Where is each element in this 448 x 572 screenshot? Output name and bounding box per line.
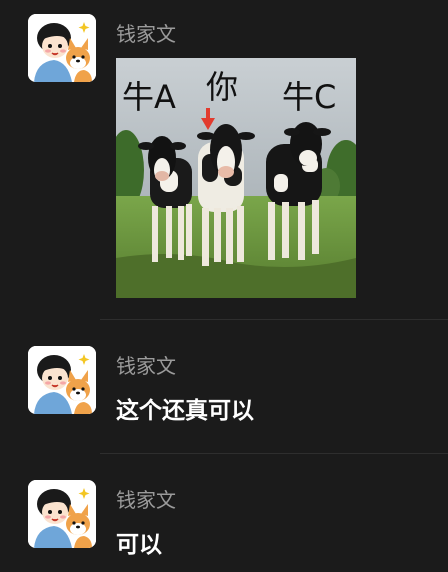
sender-name: 钱家文 — [116, 488, 176, 512]
chat-feed: 钱家文 牛A 你 牛C 钱家文 这个还真可以 钱家文 可以 — [0, 0, 448, 572]
boy-with-corgi-avatar-icon — [28, 480, 96, 548]
caption-cow-a: 牛A — [122, 78, 176, 116]
caption-cow-c: 牛C — [282, 78, 337, 116]
avatar[interactable] — [28, 14, 96, 82]
message-text[interactable]: 可以 — [116, 530, 162, 560]
boy-with-corgi-avatar-icon — [28, 346, 96, 414]
boy-with-corgi-avatar-icon — [28, 14, 96, 82]
message-image[interactable]: 牛A 你 牛C — [116, 58, 356, 298]
sender-name: 钱家文 — [116, 22, 176, 46]
message-item: 钱家文 可以 — [0, 454, 448, 572]
avatar[interactable] — [28, 480, 96, 548]
sender-name: 钱家文 — [116, 354, 176, 378]
message-item: 钱家文 这个还真可以 — [0, 320, 448, 454]
caption-you: 你 — [206, 68, 239, 106]
avatar[interactable] — [28, 346, 96, 414]
message-text[interactable]: 这个还真可以 — [116, 396, 254, 426]
message-item: 钱家文 牛A 你 牛C — [0, 0, 448, 320]
